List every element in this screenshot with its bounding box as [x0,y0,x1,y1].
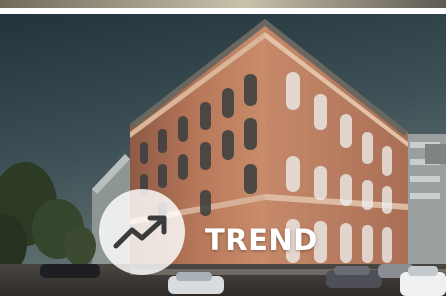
trend-badge [99,189,185,275]
previous-card-edge[interactable] [0,0,446,8]
tile-label: TREND [205,223,318,257]
page: TREND [0,0,446,296]
trending-up-icon [113,215,167,249]
trend-tile[interactable]: TREND [0,14,446,296]
